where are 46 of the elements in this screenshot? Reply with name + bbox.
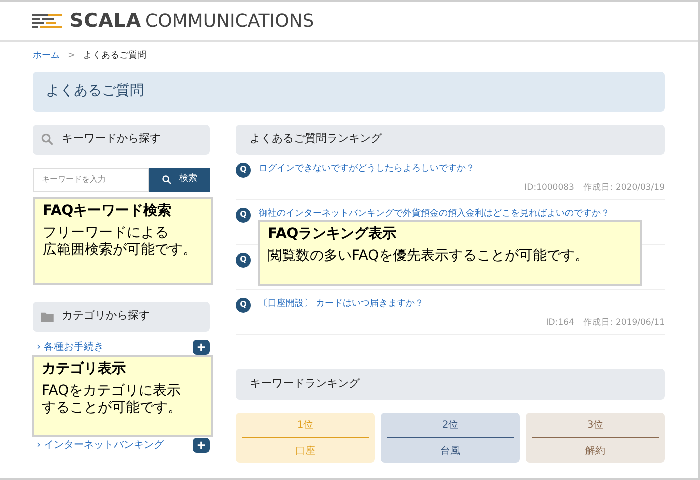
question-link[interactable]: ログインできないですがどうしたらよろしいですか？	[259, 163, 475, 177]
question-badge: Q	[236, 208, 251, 222]
callout-text: 広範囲検索が可能です。	[43, 242, 198, 260]
keyword-label: 口座	[296, 444, 316, 458]
question-link[interactable]: 〔口座開設〕 カードはいつ届きますか？	[259, 298, 424, 312]
keyword-input-field[interactable]: キーワードを入力	[33, 168, 149, 192]
logo[interactable]: SCALA COMMUNICATIONS	[70, 6, 314, 36]
plus-icon	[197, 441, 206, 450]
callout-text: フリーワードによる	[43, 224, 170, 242]
keyword-label: 台風	[440, 444, 460, 458]
callout-title: FAQキーワード検索	[43, 203, 173, 220]
question-meta: ID:164 作成日: 2019/06/11	[546, 316, 665, 330]
section-title: キーワードから探す	[62, 131, 161, 148]
callout-text: FAQをカテゴリに表示	[42, 382, 182, 400]
breadcrumb-link[interactable]: ホーム	[33, 50, 60, 64]
section-title: よくあるご質問ランキング	[250, 131, 382, 148]
question-badge: Q	[236, 298, 251, 312]
expand-button[interactable]	[193, 438, 210, 453]
question-link[interactable]: 御社のインターネットバンキングで外貨預金の預入金利はどこを見ればよいのですか？	[259, 208, 610, 222]
keyword-rank-card[interactable]: 3位 解約	[526, 412, 665, 462]
question-badge: Q	[236, 162, 251, 178]
breadcrumb-separator: >	[68, 50, 76, 63]
rank-label: 3位	[587, 418, 604, 432]
rank-label: 1位	[297, 418, 314, 432]
keyword-label: 解約	[586, 444, 606, 458]
page-title-banner: よくあるご質問	[33, 72, 665, 112]
search-button[interactable]: 検索	[149, 168, 210, 192]
plus-icon	[197, 343, 206, 352]
section-title: キーワードランキング	[250, 376, 360, 392]
logo-icon	[32, 14, 62, 28]
section-title: カテゴリから探す	[62, 308, 150, 324]
callout-text: することが可能です。	[42, 400, 183, 418]
question-meta: ID:1000083 作成日: 2020/03/19	[524, 182, 665, 194]
search-icon	[41, 133, 54, 146]
callout-text: 閲覧数の多いFAQを優先表示することが可能です。	[268, 248, 590, 265]
search-icon	[162, 174, 172, 184]
breadcrumb-current: よくあるご質問	[84, 50, 147, 63]
question-badge: Q	[236, 252, 251, 268]
rank-label: 2位	[442, 418, 459, 432]
callout-title: カテゴリ表示	[42, 361, 127, 378]
category-link[interactable]: › インターネットバンキング	[33, 440, 164, 450]
category-link[interactable]: › 各種お手続き	[33, 342, 104, 352]
keyword-rank-card[interactable]: 2位 台風	[381, 412, 520, 462]
expand-button[interactable]	[193, 340, 210, 355]
callout-title: FAQランキング表示	[268, 226, 398, 244]
folder-icon	[41, 312, 54, 322]
